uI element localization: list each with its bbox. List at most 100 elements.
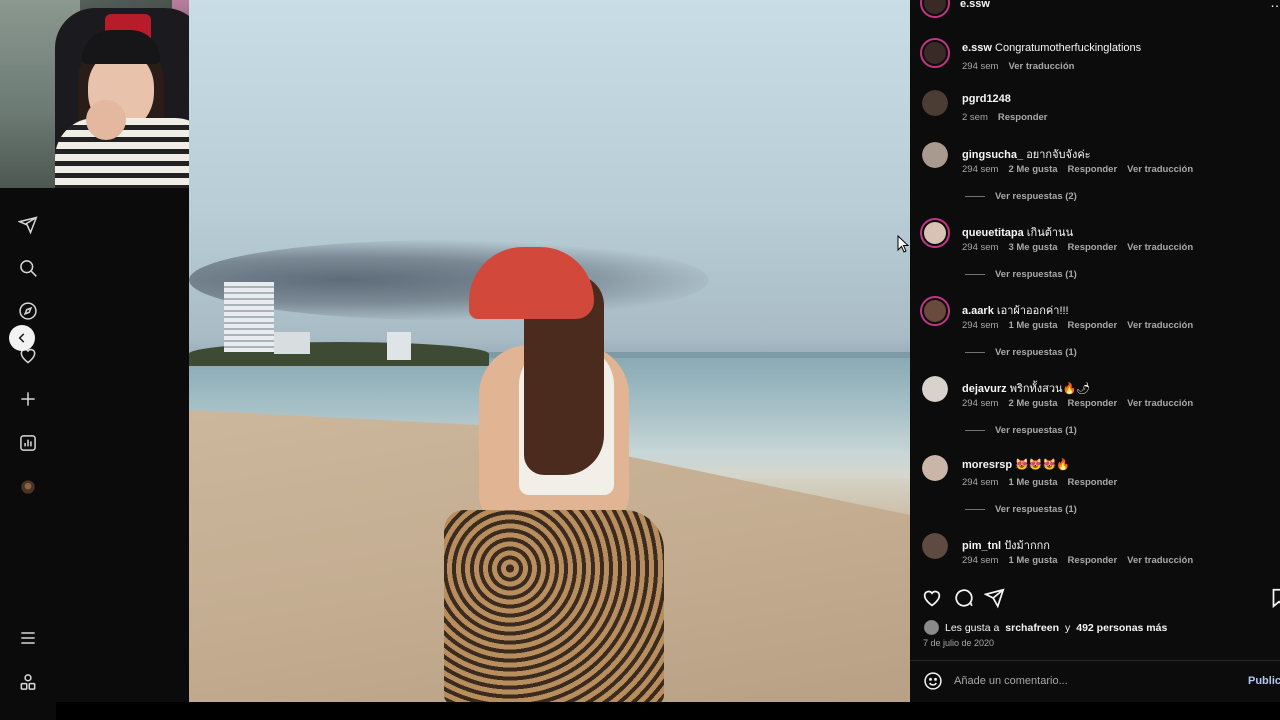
save-bookmark-icon[interactable] [1268,587,1280,609]
replies-divider [965,352,985,353]
comment-text: เอาผ้าออกค่า!!! [996,305,1069,317]
translate-link[interactable]: Ver traducción [1127,242,1193,253]
share-send-icon[interactable] [984,587,1006,609]
post-actions [910,584,1280,612]
translate-link[interactable]: Ver traducción [1127,555,1193,566]
stats-icon[interactable] [17,432,39,454]
comment-time: 294 sem [962,398,999,409]
likes-count[interactable]: 1 Me gusta [1008,477,1057,488]
comment-time: 2 sem [962,112,988,123]
reply-link[interactable]: Responder [1068,242,1118,253]
comment-text: ปังม้ากกก [1004,540,1050,552]
more-apps-icon[interactable] [17,671,39,693]
photo-building [224,282,274,352]
likes-summary: Les gusta a srchafreen y 492 personas má… [924,620,1167,635]
webcam-person-hand [86,100,126,140]
comment-text: เกินต้านน [1026,227,1074,239]
avatar[interactable] [920,218,950,248]
author-username[interactable]: e.ssw [960,0,990,10]
view-replies-button[interactable]: Ver respuestas (1) [965,425,1077,436]
reply-link[interactable]: Responder [1068,164,1118,175]
left-gutter [56,188,189,702]
replies-divider [965,430,985,431]
comment-username[interactable]: a.aark [962,305,994,317]
likes-others-link[interactable]: 492 personas más [1076,622,1167,634]
likes-count[interactable]: 2 Me gusta [1008,398,1057,409]
view-replies-label: Ver respuestas (1) [995,504,1077,515]
replies-divider [965,509,985,510]
view-replies-label: Ver respuestas (1) [995,347,1077,358]
comment-username[interactable]: e.ssw [962,42,992,54]
comment-time: 294 sem [962,242,999,253]
liker-avatar [924,620,939,635]
comment-bubble-icon[interactable] [953,587,975,609]
likes-count[interactable]: 3 Me gusta [1008,242,1057,253]
photo-building [387,332,411,360]
post-photo[interactable] [189,0,910,702]
likes-count[interactable]: 1 Me gusta [1008,555,1057,566]
translate-link[interactable]: Ver traducción [1127,398,1193,409]
post-date: 7 de julio de 2020 [923,638,995,648]
photo-subject [439,245,669,702]
avatar[interactable] [920,296,950,326]
previous-post-button[interactable] [9,325,35,351]
emoji-icon[interactable] [923,671,943,691]
avatar[interactable] [922,533,948,559]
translate-link[interactable]: Ver traducción [1008,61,1074,72]
menu-icon[interactable] [17,627,39,649]
avatar[interactable] [922,455,948,481]
comments-panel: e.ssw … e.ssw Congratumotherfuckinglatio… [910,0,1280,702]
view-replies-button[interactable]: Ver respuestas (1) [965,347,1077,358]
reply-link[interactable]: Responder [998,112,1048,123]
comment-username[interactable]: pgrd1248 [962,93,1011,105]
photo-building [274,332,310,354]
comment-time: 294 sem [962,164,999,175]
likes-count[interactable]: 1 Me gusta [1008,320,1057,331]
more-options-icon[interactable]: … [1270,0,1280,10]
send-icon[interactable] [17,214,39,236]
reply-link[interactable]: Responder [1068,398,1118,409]
view-replies-button[interactable]: Ver respuestas (1) [965,504,1077,515]
comment-time: 294 sem [962,555,999,566]
avatar[interactable] [922,376,948,402]
comment-text: 😻😻😻🔥 [1015,459,1070,471]
author-avatar[interactable] [920,0,950,18]
subject-cap [469,247,594,319]
translate-link[interactable]: Ver traducción [1127,164,1193,175]
explore-icon[interactable] [17,300,39,322]
comment-time: 294 sem [962,477,999,488]
translate-link[interactable]: Ver traducción [1127,320,1193,331]
comment-time: 294 sem [962,61,999,72]
reply-link[interactable]: Responder [1068,320,1118,331]
publish-button[interactable]: Publica [1248,675,1280,687]
profile-icon[interactable] [17,476,39,498]
comment-text: อยากจับจังค่ะ [1026,149,1091,161]
comment-input[interactable]: Añade un comentario... [954,675,1068,687]
reply-link[interactable]: Responder [1068,477,1118,488]
avatar[interactable] [922,90,948,116]
webcam-person-cap [82,30,160,64]
view-replies-label: Ver respuestas (1) [995,269,1077,280]
avatar[interactable] [920,38,950,68]
add-comment-bar: Añade un comentario... Publica [910,666,1280,696]
likes-count[interactable]: 2 Me gusta [1008,164,1057,175]
view-replies-label: Ver respuestas (1) [995,425,1077,436]
subject-sarong [444,510,664,702]
likes-prefix: Les gusta a [945,621,1000,634]
reply-link[interactable]: Responder [1068,555,1118,566]
comment-username[interactable]: queuetitapa [962,227,1024,239]
liker-username[interactable]: srchafreen [1005,622,1059,634]
chevron-left-icon [18,333,25,343]
like-heart-icon[interactable] [921,587,943,609]
avatar[interactable] [922,142,948,168]
view-replies-button[interactable]: Ver respuestas (2) [965,191,1077,202]
search-icon[interactable] [17,257,39,279]
comment-username[interactable]: moresrsp [962,459,1012,471]
comment-username[interactable]: dejavurz [962,383,1007,395]
comment-username[interactable]: gingsucha_ [962,149,1023,161]
comment-text: Congratumotherfuckinglations [995,42,1142,54]
create-icon[interactable] [17,388,39,410]
comment-username[interactable]: pim_tnl [962,540,1001,552]
view-replies-button[interactable]: Ver respuestas (1) [965,269,1077,280]
replies-divider [965,274,985,275]
